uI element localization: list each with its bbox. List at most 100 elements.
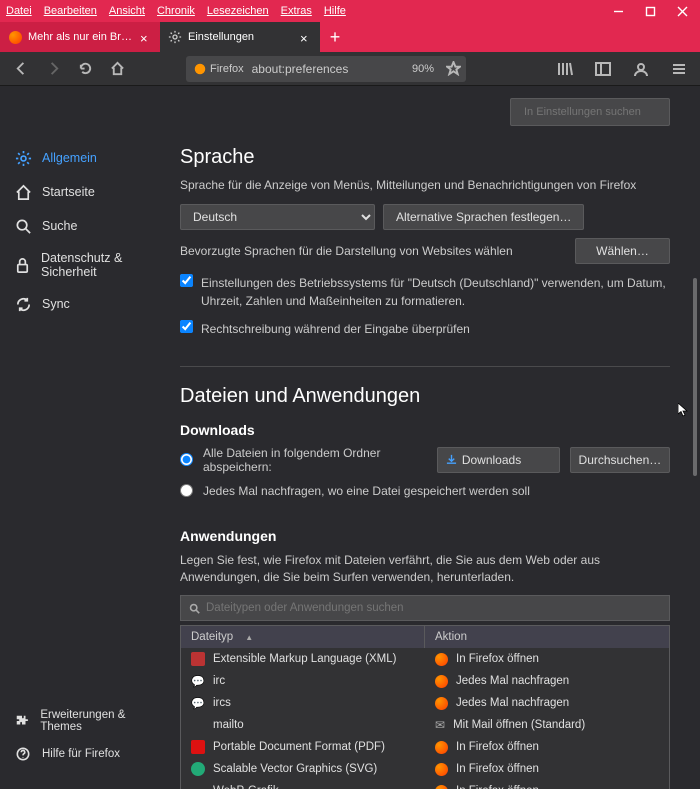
table-header: Dateityp▲ Aktion [181, 626, 669, 648]
table-row[interactable]: WebP-GrafikIn Firefox öffnen [181, 780, 669, 789]
filetype-label: Scalable Vector Graphics (SVG) [213, 763, 377, 775]
forward-button[interactable] [40, 56, 66, 82]
library-icon[interactable] [552, 56, 578, 82]
action-label: In Firefox öffnen [456, 763, 539, 775]
titlebar: Datei Bearbeiten Ansicht Chronik Lesezei… [0, 0, 700, 22]
download-icon [446, 454, 457, 465]
zoom-level[interactable]: 90% [406, 63, 440, 75]
filetype-label: mailto [213, 719, 244, 731]
menu-bearbeiten[interactable]: Bearbeiten [44, 5, 97, 17]
search-icon [189, 603, 200, 614]
menu-datei[interactable]: Datei [6, 5, 32, 17]
sidebar-help[interactable]: Hilfe für Firefox [0, 739, 172, 769]
sidebar-extensions[interactable]: Erweiterungen & Themes [0, 703, 172, 739]
table-row[interactable]: mailto Mit Mail öffnen (Standard) [181, 714, 669, 736]
prefs-search[interactable] [510, 98, 670, 126]
col-action[interactable]: Aktion [425, 626, 669, 648]
reload-button[interactable] [72, 56, 98, 82]
filetype-label: WebP-Grafik [213, 785, 279, 789]
table-body: Extensible Markup Language (XML) In Firef… [181, 648, 669, 789]
table-row[interactable]: Extensible Markup Language (XML)In Firef… [181, 648, 669, 670]
prefs-search-input[interactable] [524, 106, 666, 118]
maximize-button[interactable] [644, 5, 656, 17]
menu-extras[interactable]: Extras [281, 5, 312, 17]
check-label: Rechtschreibung während der Eingabe über… [201, 320, 470, 338]
action-label: In Firefox öffnen [456, 741, 539, 753]
scrollbar-thumb[interactable] [693, 278, 697, 476]
apps-table: Dateityp▲ Aktion Extensible Markup Langu… [180, 625, 670, 789]
filetype-icon [191, 740, 205, 754]
apps-desc: Legen Sie fest, wie Firefox mit Dateien … [180, 552, 670, 586]
language-desc: Sprache für die Anzeige von Menüs, Mitte… [180, 177, 670, 194]
spellcheck-checkbox[interactable] [180, 320, 193, 333]
download-folder-input[interactable]: Downloads [437, 447, 560, 473]
table-row[interactable]: ircJedes Mal nachfragen [181, 670, 669, 692]
menubar: Datei Bearbeiten Ansicht Chronik Lesezei… [6, 5, 346, 17]
url-text: about:preferences [252, 62, 406, 76]
tab-settings[interactable]: Einstellungen × [160, 22, 320, 52]
sidebar-item-privacy[interactable]: Datenschutz & Sicherheit [0, 243, 172, 287]
spellcheck-check[interactable]: Rechtschreibung während der Eingabe über… [180, 318, 670, 338]
menu-chronik[interactable]: Chronik [157, 5, 195, 17]
action-label: Mit Mail öffnen (Standard) [453, 719, 585, 731]
appmenu-icon[interactable] [666, 56, 692, 82]
identity-label: Firefox [210, 63, 244, 75]
language-select[interactable]: Deutsch [180, 204, 375, 230]
sidebar-item-general[interactable]: Allgemein [0, 141, 172, 175]
files-heading: Dateien und Anwendungen [180, 385, 670, 408]
filetype-label: Extensible Markup Language (XML) [213, 653, 396, 665]
sidebar-item-sync[interactable]: Sync [0, 287, 172, 321]
back-button[interactable] [8, 56, 34, 82]
use-os-locale-checkbox[interactable] [180, 274, 193, 287]
sidebar-item-label: Allgemein [42, 151, 97, 165]
home-button[interactable] [104, 56, 130, 82]
use-os-locale-check[interactable]: Einstellungen des Betriebssystems für "D… [180, 272, 670, 310]
filetype-icon [191, 696, 205, 710]
browse-button[interactable]: Durchsuchen… [570, 447, 670, 473]
filetype-label: Portable Document Format (PDF) [213, 741, 385, 753]
filetype-icon [191, 784, 205, 789]
bookmark-star-icon[interactable] [440, 56, 466, 82]
folder-name: Downloads [462, 453, 521, 467]
gear-icon [168, 30, 182, 44]
settings-panel: Sprache Sprache für die Anzeige von Menü… [172, 86, 700, 789]
save-to-radio[interactable] [180, 453, 193, 466]
radio-label: Alle Dateien in folgendem Ordner abspeic… [203, 446, 427, 474]
minimize-button[interactable] [612, 5, 624, 17]
mail-icon [435, 718, 445, 732]
new-tab-button[interactable]: + [320, 22, 350, 52]
menu-ansicht[interactable]: Ansicht [109, 5, 145, 17]
menu-hilfe[interactable]: Hilfe [324, 5, 346, 17]
gear-icon [14, 149, 32, 167]
apps-search-input[interactable] [206, 602, 661, 614]
close-button[interactable] [676, 5, 688, 17]
table-row[interactable]: Portable Document Format (PDF) In Firefox… [181, 736, 669, 758]
sidebar-item-home[interactable]: Startseite [0, 175, 172, 209]
table-row[interactable]: ircsJedes Mal nachfragen [181, 692, 669, 714]
choose-button[interactable]: Wählen… [575, 238, 670, 264]
apps-search[interactable] [180, 595, 670, 621]
categories-sidebar: Allgemein Startseite Suche Datenschutz &… [0, 86, 172, 789]
col-filetype[interactable]: Dateityp▲ [181, 626, 425, 648]
identity-box[interactable]: Firefox [186, 63, 252, 75]
sidebar-item-search[interactable]: Suche [0, 209, 172, 243]
filetype-icon [191, 674, 205, 688]
tab-inactive[interactable]: Mehr als nur ein Browser – Fire × [0, 22, 160, 52]
close-icon[interactable]: × [140, 31, 152, 43]
home-icon [14, 183, 32, 201]
close-icon[interactable]: × [300, 31, 312, 43]
sidebar-icon[interactable] [590, 56, 616, 82]
sort-asc-icon: ▲ [245, 633, 253, 642]
always-ask-radio[interactable] [180, 484, 193, 497]
sync-icon [14, 295, 32, 313]
account-icon[interactable] [628, 56, 654, 82]
downloads-heading: Downloads [180, 422, 670, 438]
table-row[interactable]: Scalable Vector Graphics (SVG) In Firefox… [181, 758, 669, 780]
filetype-icon [191, 652, 205, 666]
menu-lesezeichen[interactable]: Lesezeichen [207, 5, 269, 17]
nav-toolbar: Firefox about:preferences 90% [0, 52, 700, 86]
firefox-icon [435, 741, 448, 754]
url-bar[interactable]: Firefox about:preferences 90% [186, 56, 466, 82]
alt-languages-button[interactable]: Alternative Sprachen festlegen… [383, 204, 584, 230]
help-icon [14, 745, 32, 763]
